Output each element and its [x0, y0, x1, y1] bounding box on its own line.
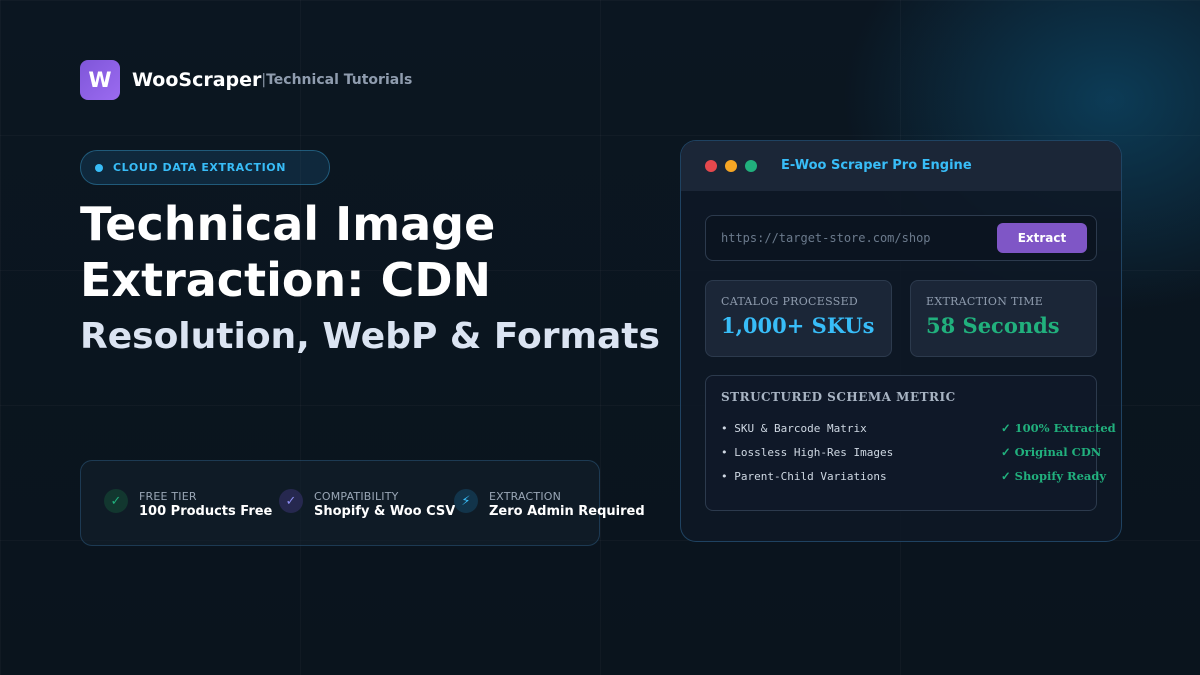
minimize-window-icon[interactable] [725, 160, 737, 172]
schema-item-name: • Parent-Child Variations [721, 470, 887, 483]
list-item: • Lossless High-Res Images ✓ Original CD… [721, 445, 1102, 462]
list-item: • SKU & Barcode Matrix ✓ 100% Extracted [721, 421, 1116, 438]
stat-value: 58 Seconds [926, 313, 1060, 338]
window-title: E-Woo Scraper Pro Engine [781, 158, 972, 173]
url-field[interactable]: https://target-store.com/shop Extract [705, 215, 1097, 261]
schema-item-status: ✓ Shopify Ready [1001, 469, 1107, 483]
stat-label: EXTRACTION TIME [926, 295, 1044, 308]
feature-value: Zero Admin Required [489, 504, 645, 519]
list-item: • Parent-Child Variations ✓ Shopify Read… [721, 469, 1106, 486]
check-icon: ✓ [104, 489, 128, 513]
stat-extraction-time: EXTRACTION TIME 58 Seconds [910, 280, 1097, 357]
logo-letter: W [88, 68, 112, 92]
page-title: Technical Image Extraction: CDN [80, 196, 495, 308]
stat-catalog-processed: CATALOG PROCESSED 1,000+ SKUs [705, 280, 892, 357]
badge-label: CLOUD DATA EXTRACTION [113, 161, 287, 174]
extract-button[interactable]: Extract [997, 223, 1087, 253]
category-badge: CLOUD DATA EXTRACTION [80, 150, 330, 185]
check-icon: ✓ [279, 489, 303, 513]
url-input[interactable]: https://target-store.com/shop [721, 231, 931, 245]
title-line-1: Technical Image [80, 197, 496, 251]
schema-item-name: • Lossless High-Res Images [721, 446, 894, 459]
engine-window: E-Woo Scraper Pro Engine https://target-… [680, 140, 1122, 542]
title-line-2: Extraction: CDN [80, 253, 492, 307]
schema-item-status: ✓ 100% Extracted [1001, 421, 1116, 435]
stat-label: CATALOG PROCESSED [721, 295, 859, 308]
feature-value: Shopify & Woo CSV [314, 504, 456, 519]
feature-label: EXTRACTION [489, 490, 562, 503]
window-titlebar: E-Woo Scraper Pro Engine [681, 141, 1121, 191]
brand-header: W WooScraper | Technical Tutorials [80, 60, 412, 100]
status-dot-icon [95, 163, 103, 172]
schema-title: STRUCTURED SCHEMA METRIC [721, 390, 956, 404]
feature-value: 100 Products Free [139, 504, 273, 519]
close-window-icon[interactable] [705, 160, 717, 172]
feature-label: FREE TIER [139, 490, 197, 503]
lightning-icon: ⚡ [454, 489, 478, 513]
feature-card: ✓ FREE TIER 100 Products Free ✓ COMPATIB… [80, 460, 645, 546]
maximize-window-icon[interactable] [745, 160, 757, 172]
feature-label: COMPATIBILITY [314, 490, 399, 503]
schema-item-name: • SKU & Barcode Matrix [721, 422, 867, 435]
brand-subtitle[interactable]: Technical Tutorials [266, 72, 412, 88]
stat-value: 1,000+ SKUs [721, 313, 875, 338]
schema-item-status: ✓ Original CDN [1001, 445, 1102, 459]
brand-name[interactable]: WooScraper [132, 69, 261, 91]
brand-logo[interactable]: W [80, 60, 120, 100]
schema-metrics: STRUCTURED SCHEMA METRIC • SKU & Barcode… [705, 375, 1116, 511]
page-subtitle: Resolution, WebP & Formats [80, 316, 660, 357]
